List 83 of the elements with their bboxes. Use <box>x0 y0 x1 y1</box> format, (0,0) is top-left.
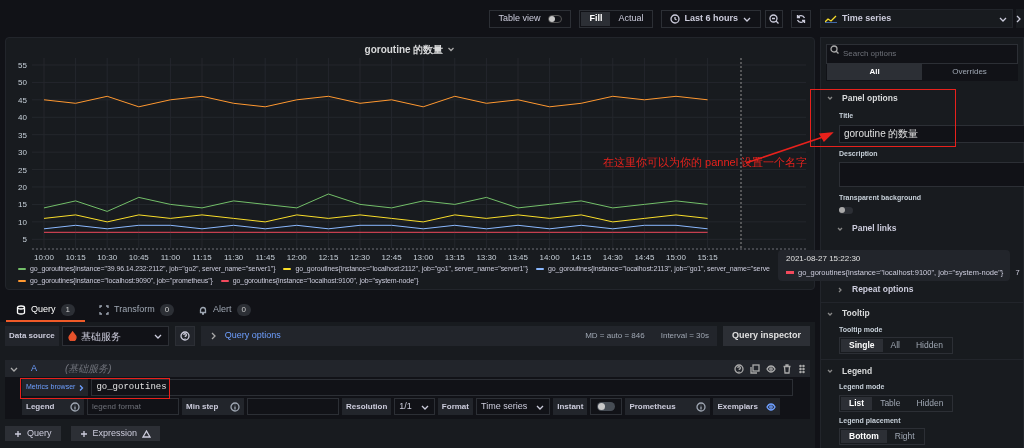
radio-option[interactable]: Right <box>886 430 923 443</box>
toggle-label: Table view <box>498 11 541 25</box>
x-axis-label: 13:45 <box>508 253 528 262</box>
y-axis-label: 5 <box>22 235 27 245</box>
count-badge: 0 <box>159 304 175 316</box>
y-axis-label: 35 <box>18 130 27 140</box>
x-axis-label: 13:15 <box>444 253 465 262</box>
y-axis-label: 10 <box>18 217 27 227</box>
options-group-header[interactable]: Repeat options <box>821 282 1023 297</box>
y-axis-label: 50 <box>18 78 27 88</box>
x-axis-label: 10:30 <box>97 253 118 262</box>
x-axis-label: 12:00 <box>286 253 307 262</box>
ref-id-label[interactable]: A <box>31 361 37 376</box>
query-info: Interval = 30s <box>660 330 709 342</box>
y-axis-label: 45 <box>18 95 27 105</box>
view-mode-tab[interactable]: Fill <box>581 11 611 26</box>
x-axis-label: 12:15 <box>318 253 339 262</box>
x-axis-label: 14:00 <box>539 253 560 262</box>
x-axis-label: 11:00 <box>160 253 181 262</box>
x-axis-label: 10:15 <box>65 253 86 262</box>
datasource-name: (基础服务) <box>65 362 112 376</box>
y-axis-label: 30 <box>18 148 27 158</box>
section-header[interactable]: Legend <box>821 364 1023 378</box>
query-options-toggle[interactable]: Query options <box>208 329 281 343</box>
tooltip-time: 2021-08-27 15:22:30 <box>786 253 862 265</box>
x-axis-label: 14:15 <box>571 253 592 262</box>
radio-option[interactable]: Hidden <box>907 339 951 352</box>
x-axis-label: 11:30 <box>223 253 244 262</box>
title-input[interactable]: goroutine 的数量 <box>839 124 1024 143</box>
radio-option[interactable]: List <box>841 396 873 410</box>
options-tab[interactable]: All <box>827 64 922 80</box>
x-axis-label: 13:30 <box>476 253 497 262</box>
field-label: Prometheus <box>629 400 676 413</box>
field-label: Format <box>441 400 469 413</box>
options-group-header[interactable]: Panel links <box>821 221 1023 236</box>
add-button[interactable]: Query <box>5 426 61 441</box>
x-axis-label: 14:30 <box>602 253 623 262</box>
x-axis-label: 11:45 <box>255 253 275 262</box>
x-axis-label: 12:45 <box>381 253 402 262</box>
y-axis-label: 20 <box>18 183 27 192</box>
query-editor-tab[interactable]: Alert 0 <box>188 300 262 322</box>
x-axis-label: 14:45 <box>634 253 655 262</box>
x-axis-label: 12:30 <box>350 253 370 262</box>
y-axis-label: 25 <box>18 165 27 175</box>
radio-option[interactable]: Single <box>841 339 883 352</box>
time-range-picker[interactable]: Last 6 hours <box>661 9 761 28</box>
annotation-text: 在这里你可以为你的 pannel 设置一个名字 <box>603 155 808 170</box>
x-axis-label: 11:15 <box>192 253 212 262</box>
radio-option[interactable]: Bottom <box>841 430 887 443</box>
query-editor-tab[interactable]: Transform 0 <box>88 300 185 322</box>
view-mode-tab[interactable]: Actual <box>610 11 652 26</box>
data-source-select[interactable]: 基础服务 <box>61 326 169 346</box>
field-label: Data source <box>5 326 59 346</box>
radio-option[interactable]: Table <box>872 396 909 410</box>
x-axis-label: 10:45 <box>128 253 149 262</box>
select-field[interactable]: Time series <box>476 398 551 415</box>
y-axis-label: 55 <box>18 60 27 70</box>
options-tab[interactable]: Overrides <box>922 64 1017 80</box>
select-field[interactable]: 1/1 <box>394 398 435 415</box>
visualization-picker[interactable]: Time series <box>820 9 1013 28</box>
x-axis-label: 10:00 <box>34 253 54 262</box>
y-axis-label: 15 <box>18 200 27 210</box>
radio-option[interactable]: Hidden <box>908 396 952 410</box>
x-axis-label: 13:00 <box>413 253 434 262</box>
radio-option[interactable]: All <box>882 339 908 352</box>
field-label: Exemplars <box>717 400 758 413</box>
query-inspector-button[interactable]: Query inspector <box>722 326 810 346</box>
count-badge: 1 <box>60 304 75 316</box>
count-badge: 0 <box>236 304 252 316</box>
section-header[interactable]: Panel options <box>821 91 1023 105</box>
field-label: Legend <box>26 400 55 413</box>
x-axis-label: 15:00 <box>666 253 686 262</box>
panel-title[interactable]: goroutine 的数量 <box>364 41 444 57</box>
query-info: MD = auto = 846 <box>585 330 645 342</box>
search-field[interactable]: Search options <box>826 43 1018 64</box>
query-input[interactable]: go_goroutines <box>91 379 793 396</box>
x-axis-label: 15:15 <box>697 253 718 262</box>
add-button[interactable]: Expression <box>70 426 161 441</box>
field-label: Resolution <box>346 400 388 413</box>
field-label: Instant <box>557 400 584 413</box>
y-axis-label: 40 <box>18 113 27 123</box>
field-label: Min step <box>186 400 219 413</box>
section-header[interactable]: Tooltip <box>821 306 1023 321</box>
